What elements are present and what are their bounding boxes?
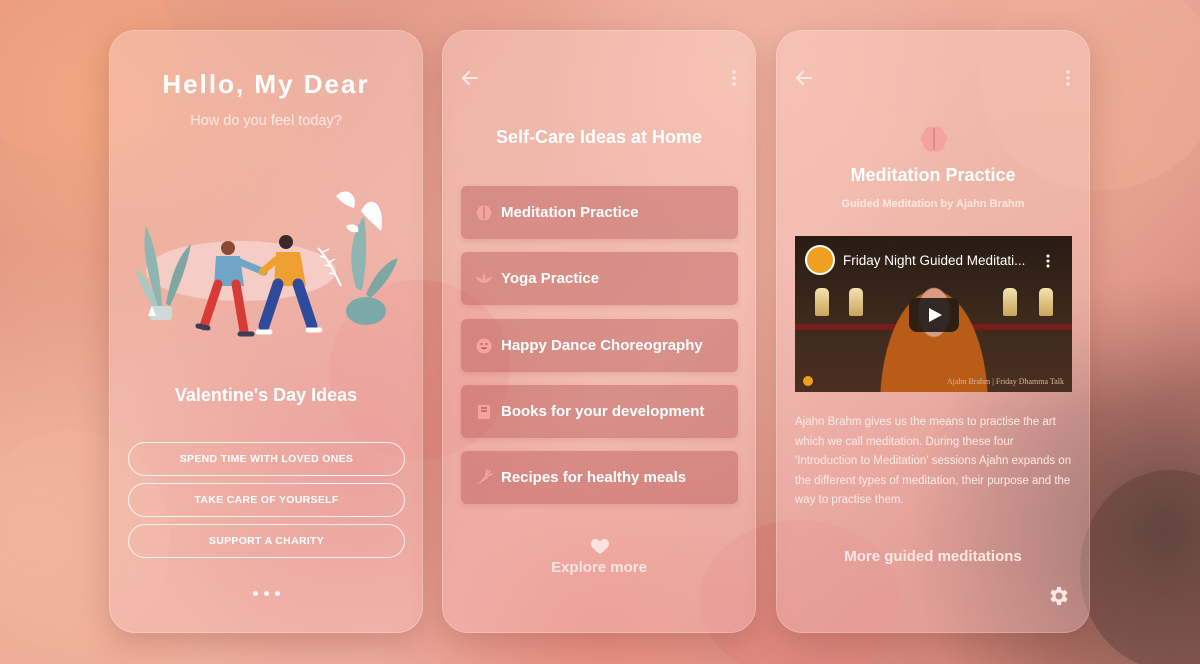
menu-item-label: Recipes for healthy meals: [501, 469, 687, 486]
brain-icon: [920, 126, 948, 152]
heart-icon: [591, 539, 609, 554]
carrot-icon: [477, 468, 493, 485]
menu-item-books[interactable]: Books for your development: [461, 385, 738, 438]
background-petal: [1080, 470, 1200, 664]
greeting-title: Hello, My Dear: [162, 69, 370, 99]
video-lamp-graphic: [815, 288, 829, 316]
arrow-left-icon[interactable]: [461, 69, 479, 87]
meditation-title: Meditation Practice: [850, 165, 1016, 185]
greeting-subtitle: How do you feel today?: [190, 113, 342, 129]
pagination-dot[interactable]: [263, 591, 269, 596]
menu-item-label: Yoga Practice: [501, 270, 600, 287]
spend-time-button[interactable]: SPEND TIME WITH LOVED ONES: [128, 442, 405, 476]
menu-item-dance[interactable]: Happy Dance Choreography: [461, 319, 738, 372]
meditation-description: Ajahn Brahm gives us the means to practi…: [795, 416, 1072, 506]
menu-item-recipes[interactable]: Recipes for healthy meals: [461, 451, 738, 504]
take-care-button[interactable]: TAKE CARE OF YOURSELF: [128, 483, 405, 517]
pagination-dot[interactable]: [252, 591, 258, 596]
menu-item-meditation[interactable]: Meditation Practice: [461, 186, 738, 239]
video-menu-icon[interactable]: [1046, 254, 1050, 268]
video-lamp-graphic: [1003, 288, 1017, 316]
video-lamp-graphic: [1039, 288, 1053, 316]
valentine-ideas-heading: Valentine's Day Ideas: [174, 385, 358, 405]
more-meditations-link[interactable]: More guided meditations: [777, 548, 1089, 565]
menu-item-label: Books for your development: [501, 403, 705, 420]
video-player[interactable]: Friday Night Guided Meditati... Ajahn Br…: [795, 236, 1072, 392]
meditation-subtitle: Guided Meditation by Ajahn Brahm: [841, 198, 1025, 210]
brain-icon: [476, 205, 492, 220]
kebab-menu-icon[interactable]: [729, 69, 739, 87]
menu-item-label: Happy Dance Choreography: [501, 337, 703, 354]
channel-logo[interactable]: [805, 245, 835, 275]
valentine-card: Hello, My Dear How do you feel today? Va…: [109, 30, 423, 633]
pagination-dots[interactable]: [110, 591, 422, 596]
video-title[interactable]: Friday Night Guided Meditati...: [843, 253, 1025, 268]
video-lamp-graphic: [849, 288, 863, 316]
self-care-card: Self-Care Ideas at Home Meditation Pract…: [442, 30, 756, 633]
video-thumbnail-figure: [873, 276, 995, 392]
meditation-card: Meditation Practice Guided Meditation by…: [776, 30, 1090, 633]
menu-item-label: Meditation Practice: [501, 204, 639, 221]
play-button[interactable]: [909, 298, 959, 332]
smile-icon: [476, 338, 492, 353]
lotus-icon: [476, 272, 492, 283]
watermark-logo: [803, 376, 813, 386]
support-charity-button[interactable]: SUPPORT A CHARITY: [128, 524, 405, 558]
kebab-menu-icon[interactable]: [1063, 69, 1073, 87]
arrow-left-icon[interactable]: [795, 69, 813, 87]
gear-icon[interactable]: [1047, 584, 1071, 608]
self-care-title: Self-Care Ideas at Home: [495, 127, 703, 147]
book-icon: [478, 404, 490, 419]
menu-item-yoga[interactable]: Yoga Practice: [461, 252, 738, 305]
explore-more-link[interactable]: Explore more: [443, 559, 755, 576]
pagination-dot[interactable]: [274, 591, 280, 596]
couple-walking-illustration: [136, 191, 398, 337]
video-caption: Ajahn Brahm | Friday Dhamma Talk: [946, 377, 1064, 386]
